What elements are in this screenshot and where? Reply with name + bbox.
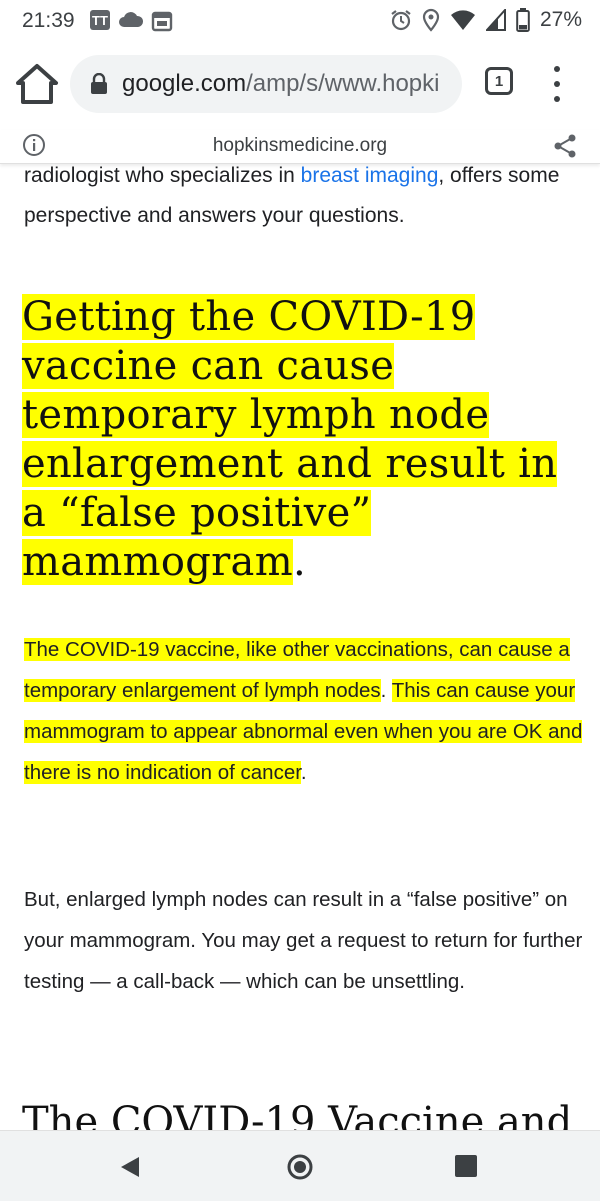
body-paragraph: But, enlarged lymph nodes can result in … bbox=[24, 888, 583, 993]
url-domain: google.com bbox=[122, 70, 247, 97]
back-button[interactable] bbox=[118, 1155, 142, 1184]
home-nav-button[interactable] bbox=[286, 1153, 314, 1186]
menu-dot bbox=[554, 81, 560, 87]
home-circle-icon bbox=[287, 1154, 313, 1180]
tt-app-icon: TT bbox=[90, 10, 110, 30]
menu-dot bbox=[554, 96, 560, 102]
share-icon[interactable] bbox=[552, 133, 578, 164]
location-icon bbox=[422, 8, 440, 32]
heading-highlight: Getting the COVID-19 vaccine can cause t… bbox=[22, 294, 558, 585]
intro-text: radiologist who specializes in bbox=[24, 164, 301, 187]
alarm-icon bbox=[391, 10, 411, 31]
status-bar: 21:39 TT 27% bbox=[0, 0, 600, 42]
url-path: /amp/s/www.hopki bbox=[246, 70, 440, 97]
cloud-icon bbox=[118, 10, 144, 28]
calendar-icon bbox=[151, 10, 173, 32]
menu-dot bbox=[554, 66, 560, 72]
heading-period: . bbox=[292, 539, 306, 585]
address-bar[interactable]: google.com/amp/s/www.hopki bbox=[70, 55, 462, 113]
amp-domain[interactable]: hopkinsmedicine.org bbox=[0, 135, 600, 157]
highlighted-paragraph: The COVID-19 vaccine, like other vaccina… bbox=[24, 629, 584, 793]
back-icon bbox=[121, 1157, 139, 1177]
signal-icon bbox=[485, 9, 506, 31]
recents-button[interactable] bbox=[455, 1155, 477, 1177]
url-text: google.com/amp/s/www.hopki bbox=[122, 70, 439, 98]
tab-count: 1 bbox=[494, 72, 504, 90]
home-icon bbox=[16, 64, 58, 104]
breast-imaging-link[interactable]: breast imaging bbox=[301, 164, 439, 187]
home-button[interactable] bbox=[14, 62, 60, 106]
battery-percent: 27% bbox=[539, 8, 582, 31]
battery-icon bbox=[516, 8, 530, 32]
article-content: radiologist who specializes in breast im… bbox=[0, 163, 600, 1130]
browser-toolbar: google.com/amp/s/www.hopki 1 bbox=[0, 42, 600, 130]
highlighted-heading: Getting the COVID-19 vaccine can cause t… bbox=[22, 293, 582, 587]
paragraph-separator: . bbox=[380, 679, 392, 702]
amp-header: hopkinsmedicine.org bbox=[0, 130, 600, 164]
lock-icon bbox=[90, 72, 108, 100]
status-time: 21:39 bbox=[22, 9, 75, 32]
system-nav-bar bbox=[0, 1130, 600, 1201]
intro-paragraph: radiologist who specializes in breast im… bbox=[24, 163, 584, 236]
overflow-menu-button[interactable] bbox=[550, 66, 564, 102]
next-section-heading: The COVID-19 Vaccine and bbox=[22, 1099, 573, 1130]
tab-switcher-button[interactable]: 1 bbox=[485, 67, 513, 95]
status-right-group: 27% bbox=[390, 8, 582, 32]
paragraph-period: . bbox=[300, 761, 307, 784]
wifi-icon bbox=[450, 10, 475, 30]
